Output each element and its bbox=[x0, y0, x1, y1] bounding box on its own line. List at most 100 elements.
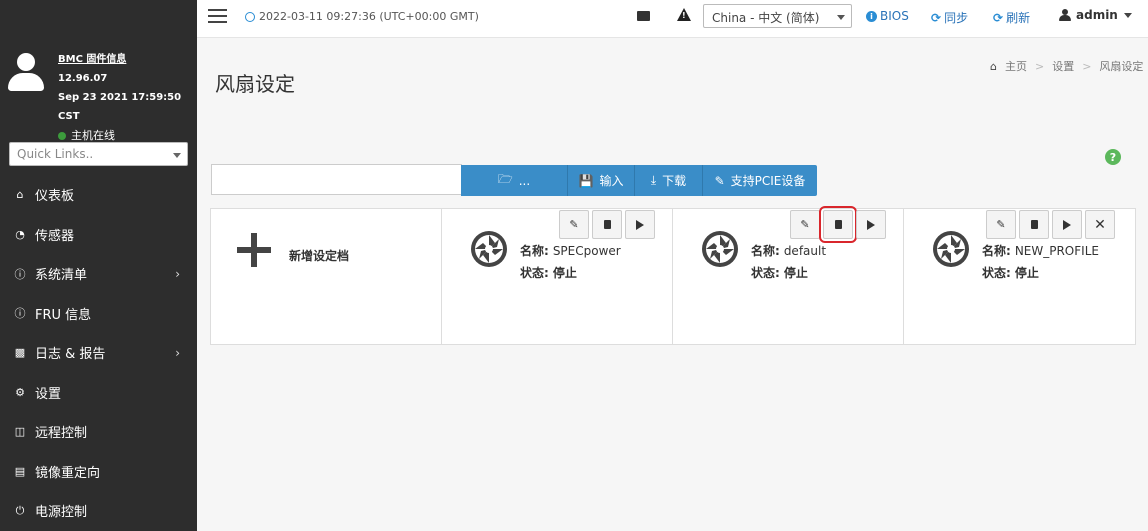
sidebar-item-sensors[interactable]: ◔ 传感器 bbox=[0, 215, 197, 255]
breadcrumb-settings[interactable]: 设置 bbox=[1052, 58, 1074, 74]
start-button[interactable] bbox=[1052, 210, 1082, 239]
toolbar: 🗁 ... 💾 输入 ⤓ 下载 ✎ 支持PCIE设备 bbox=[461, 165, 817, 196]
profile-card: ✎ ✕ 名称: NEW_PROFILE 状态: 停止 bbox=[903, 208, 1136, 345]
start-button[interactable] bbox=[856, 210, 886, 239]
refresh-icon: ⟳ bbox=[993, 10, 1004, 25]
document-icon bbox=[603, 220, 611, 229]
breadcrumb-home[interactable]: 主页 bbox=[1005, 58, 1027, 74]
sidebar-item-system-inventory[interactable]: ⓘ 系统清单 › bbox=[0, 254, 197, 294]
chevron-right-icon: › bbox=[175, 346, 180, 360]
edit-button[interactable]: ✎ bbox=[559, 210, 589, 239]
pcie-support-button[interactable]: ✎ 支持PCIE设备 bbox=[703, 165, 817, 196]
help-icon[interactable]: ? bbox=[1105, 149, 1121, 165]
name-label: 名称: bbox=[520, 244, 549, 258]
date-time-text: 2022-03-11 09:27:36 (UTC+00:00 GMT) bbox=[259, 10, 479, 23]
profile-name: SPECpower bbox=[552, 244, 621, 258]
sidebar-item-label: 日志 & 报告 bbox=[35, 347, 106, 363]
copy-button[interactable] bbox=[1019, 210, 1049, 239]
sync-label: 同步 bbox=[944, 11, 969, 25]
sidebar-nav: ⌂ 仪表板 ◔ 传感器 ⓘ 系统清单 › ⓘ FRU 信息 ▩ 日志 & 报告 … bbox=[0, 175, 197, 531]
pencil-icon: ✎ bbox=[714, 173, 725, 188]
copy-button[interactable] bbox=[592, 210, 622, 239]
name-label: 名称: bbox=[982, 244, 1011, 258]
status-label: 状态: bbox=[751, 266, 780, 280]
browse-button[interactable]: 🗁 ... bbox=[461, 165, 568, 196]
info-icon: ⓘ bbox=[14, 307, 26, 321]
monitor-icon: ◫ bbox=[14, 425, 26, 439]
profile-name: default bbox=[783, 244, 827, 258]
delete-button[interactable]: ✕ bbox=[1085, 210, 1115, 239]
sync-link[interactable]: ⟳ 同步 bbox=[931, 9, 968, 26]
menu-toggle-icon[interactable] bbox=[208, 9, 227, 24]
save-icon: 💾 bbox=[578, 173, 594, 188]
envelope-icon[interactable] bbox=[637, 11, 650, 21]
breadcrumb-separator: > bbox=[1082, 59, 1092, 73]
sidebar-item-label: 系统清单 bbox=[35, 268, 88, 284]
sidebar-item-logs-reports[interactable]: ▩ 日志 & 报告 › bbox=[0, 333, 197, 373]
power-icon: ⏻ bbox=[15, 503, 25, 517]
edit-button[interactable]: ✎ bbox=[790, 210, 820, 239]
firmware-version: 12.96.07 bbox=[58, 73, 108, 84]
breadcrumb-current: 风扇设定 bbox=[1099, 60, 1144, 73]
status-label: 状态: bbox=[520, 266, 549, 280]
clock-icon bbox=[245, 11, 255, 22]
sidebar-item-label: 设置 bbox=[35, 386, 62, 402]
warning-icon[interactable] bbox=[677, 8, 691, 21]
user-panel: BMC 固件信息 12.96.07 Sep 23 2021 17:59:50 C… bbox=[0, 45, 197, 142]
info-icon: i bbox=[866, 10, 877, 22]
profile-actions: ✎ ✕ bbox=[986, 210, 1115, 239]
profile-card: ✎ 名称: SPECpower 状态: 停止 bbox=[441, 208, 673, 345]
pencil-icon: ✎ bbox=[569, 218, 579, 231]
info-icon: ⓘ bbox=[14, 267, 26, 281]
chevron-down-icon bbox=[1123, 12, 1132, 18]
refresh-link[interactable]: ⟳ 刷新 bbox=[993, 9, 1030, 26]
sidebar-item-label: 远程控制 bbox=[35, 426, 88, 442]
download-label: 下载 bbox=[662, 174, 687, 188]
folder-open-icon: 🗁 bbox=[497, 172, 513, 186]
date-time: 2022-03-11 09:27:36 (UTC+00:00 GMT) bbox=[245, 10, 479, 23]
sidebar-item-power-control[interactable]: ⏻ 电源控制 bbox=[0, 491, 197, 531]
user-icon bbox=[1059, 9, 1071, 21]
sidebar-item-label: FRU 信息 bbox=[35, 307, 92, 323]
add-profile-card[interactable]: 新增设定档 bbox=[210, 208, 442, 345]
copy-button[interactable] bbox=[819, 206, 857, 243]
user-name: admin bbox=[1076, 8, 1118, 22]
sidebar-item-media-redirection[interactable]: ▤ 镜像重定向 bbox=[0, 452, 197, 492]
bios-link[interactable]: i BIOS bbox=[866, 9, 909, 23]
gear-icon: ⚙ bbox=[15, 385, 25, 399]
bios-label: BIOS bbox=[880, 9, 909, 23]
sidebar-item-label: 镜像重定向 bbox=[35, 465, 101, 481]
chevron-down-icon bbox=[173, 153, 181, 158]
status-label: 状态: bbox=[982, 266, 1011, 280]
download-button[interactable]: ⤓ 下载 bbox=[635, 165, 703, 196]
profile-status: 停止 bbox=[783, 266, 808, 280]
sidebar-item-remote-control[interactable]: ◫ 远程控制 bbox=[0, 412, 197, 452]
import-button[interactable]: 💾 输入 bbox=[568, 165, 635, 196]
play-icon bbox=[1063, 219, 1071, 230]
quick-links-select[interactable]: Quick Links.. bbox=[9, 142, 188, 166]
fan-icon bbox=[702, 231, 738, 267]
language-select[interactable]: China - 中文 (简体) bbox=[703, 4, 852, 28]
add-profile-label: 新增设定档 bbox=[289, 249, 350, 263]
file-path-input[interactable] bbox=[211, 164, 462, 195]
start-button[interactable] bbox=[625, 210, 655, 239]
chevron-down-icon bbox=[837, 15, 845, 20]
edit-button[interactable]: ✎ bbox=[986, 210, 1016, 239]
firmware-info-link[interactable]: BMC 固件信息 bbox=[58, 50, 197, 69]
user-menu[interactable]: admin bbox=[1059, 8, 1132, 22]
document-icon bbox=[1030, 220, 1038, 229]
breadcrumb-separator: > bbox=[1034, 59, 1045, 73]
bar-chart-icon: ▩ bbox=[14, 346, 26, 360]
sidebar-item-settings[interactable]: ⚙ 设置 bbox=[0, 373, 197, 413]
sidebar: BMC 固件信息 12.96.07 Sep 23 2021 17:59:50 C… bbox=[0, 0, 197, 531]
refresh-label: 刷新 bbox=[1006, 11, 1031, 25]
profile-info: 名称: NEW_PROFILE 状态: 停止 bbox=[982, 240, 1099, 284]
home-icon: ⌂ bbox=[990, 59, 997, 73]
document-icon bbox=[834, 220, 842, 229]
sync-icon: ⟳ bbox=[931, 10, 942, 25]
profile-actions: ✎ bbox=[559, 210, 655, 239]
sidebar-item-dashboard[interactable]: ⌂ 仪表板 bbox=[0, 175, 197, 215]
sidebar-item-fru-info[interactable]: ⓘ FRU 信息 bbox=[0, 294, 197, 334]
quick-links-placeholder: Quick Links.. bbox=[17, 147, 94, 161]
profile-card: ✎ 名称: default 状态: 停止 bbox=[672, 206, 904, 345]
